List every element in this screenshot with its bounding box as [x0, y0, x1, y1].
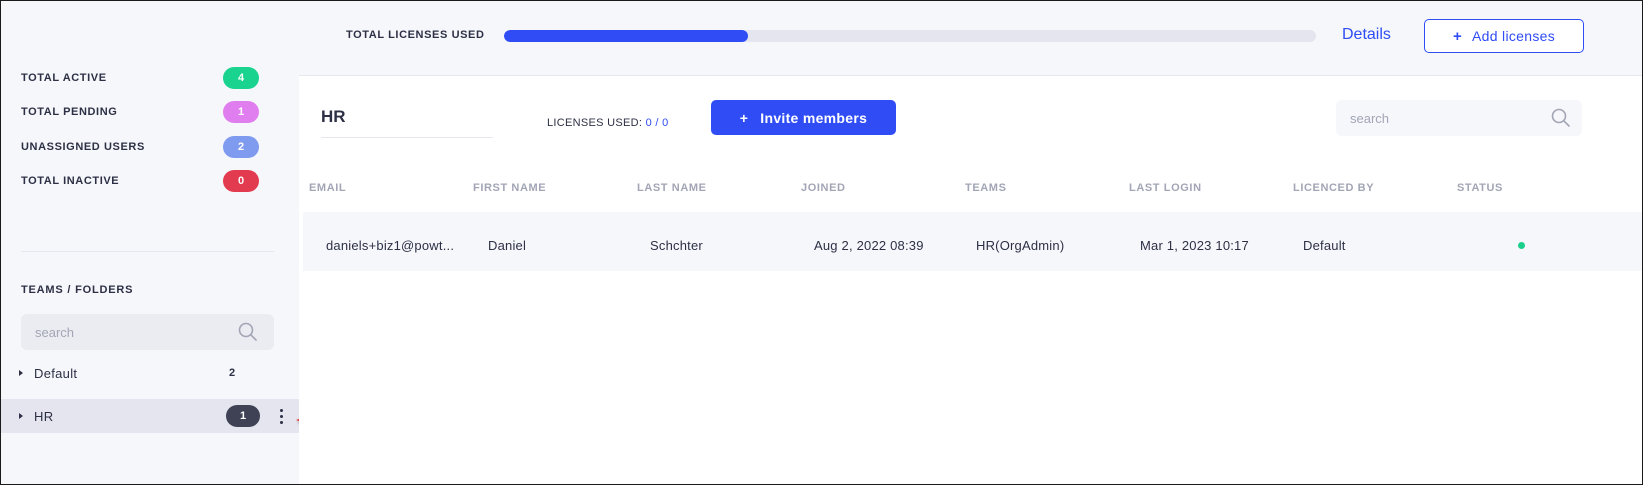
- licenses-used-label: LICENSES USED:: [547, 117, 643, 129]
- add-licenses-label: Add licenses: [1472, 28, 1556, 44]
- add-licenses-button[interactable]: + Add licenses: [1424, 19, 1584, 53]
- sidebar-search-input[interactable]: [21, 314, 221, 350]
- members-search-input[interactable]: [1336, 100, 1536, 136]
- cell-last-login: Mar 1, 2023 10:17: [1140, 238, 1249, 253]
- cell-joined: Aug 2, 2022 08:39: [814, 238, 924, 253]
- total-licenses-label: TOTAL LICENSES USED: [346, 29, 485, 41]
- stat-count-badge: 1: [223, 101, 259, 123]
- table-row[interactable]: daniels+biz1@powt... Daniel Schchter Aug…: [303, 212, 1642, 271]
- team-count: 2: [229, 367, 236, 379]
- column-header-last-name[interactable]: LAST NAME: [637, 182, 707, 194]
- sidebar-search: [21, 314, 274, 350]
- stat-label: TOTAL INACTIVE: [21, 175, 120, 187]
- stat-total-active: TOTAL ACTIVE 4: [21, 67, 259, 89]
- stat-total-pending: TOTAL PENDING 1: [21, 101, 259, 123]
- licenses-used-value: 0 / 0: [645, 117, 669, 129]
- members-search: [1336, 100, 1582, 136]
- caret-right-icon[interactable]: [19, 370, 23, 376]
- details-link[interactable]: Details: [1342, 26, 1391, 44]
- plus-icon: +: [1452, 27, 1463, 45]
- team-name: HR: [34, 408, 54, 424]
- team-item-hr[interactable]: HR 1: [1, 399, 299, 433]
- team-item-default[interactable]: Default 2: [1, 356, 299, 390]
- stat-count-badge: 2: [223, 136, 259, 158]
- column-header-first-name[interactable]: FIRST NAME: [473, 182, 546, 194]
- sidebar-divider: [21, 251, 274, 252]
- column-header-last-login[interactable]: LAST LOGIN: [1129, 182, 1202, 194]
- stat-label: TOTAL PENDING: [21, 106, 118, 118]
- search-icon[interactable]: [237, 321, 259, 343]
- licenses-progress-bar: [504, 30, 1316, 42]
- column-header-email[interactable]: EMAIL: [309, 182, 346, 194]
- team-name: Default: [34, 365, 78, 381]
- folder-title[interactable]: HR: [321, 107, 493, 138]
- licenses-bar: TOTAL LICENSES USED Details + Add licens…: [299, 1, 1642, 76]
- licenses-used: LICENSES USED: 0 / 0: [547, 117, 669, 129]
- cell-first-name: Daniel: [488, 238, 527, 253]
- stat-count-badge: 4: [223, 67, 259, 89]
- caret-right-icon[interactable]: [19, 413, 23, 419]
- stat-label: TOTAL ACTIVE: [21, 72, 107, 84]
- stat-total-inactive: TOTAL INACTIVE 0: [21, 170, 259, 192]
- cell-licenced-by: Default: [1303, 238, 1346, 253]
- column-header-joined[interactable]: JOINED: [801, 182, 846, 194]
- column-header-teams[interactable]: TEAMS: [965, 182, 1007, 194]
- status-active-dot-icon: [1518, 242, 1525, 249]
- stat-label: UNASSIGNED USERS: [21, 141, 145, 153]
- more-options-icon[interactable]: [276, 405, 286, 427]
- invite-members-button[interactable]: + Invite members: [711, 100, 896, 135]
- main-panel: TOTAL LICENSES USED Details + Add licens…: [299, 1, 1642, 484]
- plus-icon: +: [739, 109, 749, 126]
- column-header-status[interactable]: STATUS: [1457, 182, 1503, 194]
- cell-last-name: Schchter: [650, 238, 703, 253]
- cell-teams: HR(OrgAdmin): [976, 238, 1065, 253]
- invite-members-label: Invite members: [760, 109, 868, 126]
- licenses-progress-fill: [504, 30, 748, 42]
- stat-unassigned-users: UNASSIGNED USERS 2: [21, 136, 259, 158]
- team-count-badge: 1: [226, 405, 260, 427]
- column-header-licenced-by[interactable]: LICENCED BY: [1293, 182, 1374, 194]
- search-icon[interactable]: [1550, 107, 1572, 129]
- teams-folders-title: TEAMS / FOLDERS: [21, 284, 134, 296]
- stat-count-badge: 0: [223, 170, 259, 192]
- cell-email: daniels+biz1@powt...: [326, 238, 455, 253]
- sidebar: TOTAL ACTIVE 4 TOTAL PENDING 1 UNASSIGNE…: [1, 1, 299, 484]
- app-window: TOTAL ACTIVE 4 TOTAL PENDING 1 UNASSIGNE…: [0, 0, 1643, 485]
